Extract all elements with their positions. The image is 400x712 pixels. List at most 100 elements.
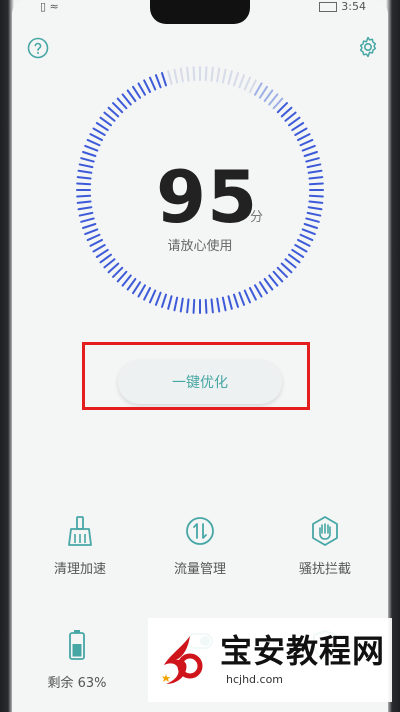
status-bar-right: 3:54 — [319, 0, 366, 13]
gauge-tick — [308, 194, 324, 198]
gauge-tick — [167, 70, 173, 85]
battery-status-icon — [319, 2, 338, 12]
gauge-tick — [204, 298, 208, 314]
gauge-tick — [76, 176, 92, 180]
gauge-tick — [148, 76, 157, 91]
score-unit: 分 — [250, 210, 264, 225]
gauge-tick — [297, 133, 311, 142]
status-bar-left: ▯ ≈ — [40, 0, 59, 13]
gauge-tick — [99, 116, 113, 127]
gauge-tick — [107, 106, 120, 118]
gauge-tick — [280, 262, 293, 274]
data-traffic-icon — [186, 517, 214, 545]
gauge-tick — [121, 93, 132, 106]
gauge-tick — [248, 287, 257, 301]
gauge-tick — [80, 157, 95, 163]
gauge-tick — [308, 176, 324, 180]
question-circle-icon[interactable] — [26, 36, 50, 60]
battery-icon — [69, 630, 85, 660]
gauge-tick — [126, 89, 137, 103]
gauge-tick — [243, 289, 252, 304]
gauge-tick — [243, 76, 252, 91]
gauge-tick — [186, 66, 190, 82]
gauge-tick — [173, 296, 179, 312]
gauge-tick — [77, 206, 93, 211]
gauge-tick — [284, 258, 297, 269]
gauge-tick — [103, 258, 116, 269]
gauge-tick — [107, 262, 120, 274]
gauge-tick — [227, 295, 233, 310]
gauge-tick — [186, 298, 190, 314]
gauge-tick — [116, 270, 128, 283]
gauge-tick — [301, 144, 316, 152]
tool-battery[interactable]: 剩余 63% — [22, 628, 132, 708]
gauge-tick — [95, 122, 109, 132]
hand-stop-icon — [312, 516, 338, 546]
gauge-tick — [307, 206, 323, 211]
gauge-tick — [248, 79, 257, 93]
gauge-tick — [227, 70, 233, 85]
tool-clean-boost-label: 清理加速 — [53, 562, 106, 577]
gauge-tick — [82, 150, 97, 158]
gauge-tick — [258, 85, 268, 99]
gauge-tick — [84, 228, 99, 236]
gauge-tick — [76, 182, 92, 186]
gauge-tick — [263, 277, 274, 291]
gauge-tick — [116, 97, 128, 110]
gauge-tick — [254, 82, 263, 96]
gauge-tick — [77, 169, 93, 174]
gauge-tick — [179, 297, 184, 313]
broom-icon — [68, 516, 92, 546]
gauge-tick — [258, 281, 268, 295]
highlight-box — [82, 342, 310, 410]
gauge-tick — [143, 287, 152, 301]
gauge-tick — [263, 89, 274, 103]
tool-harassment-block[interactable]: 骚扰拦截 — [270, 514, 380, 594]
gauge-tick — [121, 274, 132, 287]
tool-data-management-label: 流量管理 — [173, 562, 226, 577]
camera-notch — [150, 0, 250, 24]
gauge-tick — [112, 266, 124, 278]
gauge-tick — [287, 253, 301, 264]
tool-data-management[interactable]: 流量管理 — [145, 514, 255, 594]
gauge-tick — [148, 289, 157, 304]
gauge-tick — [272, 97, 284, 110]
gauge-tick — [291, 122, 305, 132]
gauge-tick — [308, 200, 324, 204]
gauge-tick — [294, 127, 308, 136]
gauge-tick — [112, 102, 124, 114]
gauge-tick — [92, 127, 106, 136]
gauge-tick — [238, 291, 246, 306]
gauge-tick — [76, 200, 92, 204]
gauge-tick — [137, 82, 146, 96]
tool-battery-label: 剩余 63% — [47, 676, 107, 691]
status-time: 3:54 — [341, 0, 366, 13]
gauge-tick — [216, 297, 221, 313]
gauge-tick — [232, 293, 240, 308]
gear-icon[interactable] — [356, 35, 380, 59]
gauge-tick — [173, 68, 179, 84]
gauge-tick — [76, 194, 92, 198]
tool-harassment-block-label: 骚扰拦截 — [298, 562, 351, 577]
gauge-tick — [82, 222, 97, 230]
tool-clean-boost[interactable]: 清理加速 — [25, 514, 135, 594]
gauge-tick — [299, 138, 314, 147]
score-value: 95 — [156, 155, 259, 239]
gauge-tick — [132, 85, 142, 99]
watermark-title: 宝安教程网 — [220, 631, 386, 670]
gauge-tick — [78, 211, 94, 217]
gauge-tick — [276, 266, 288, 278]
gauge-tick — [154, 74, 162, 89]
gauge-tick — [160, 72, 168, 87]
gauge-tick — [276, 102, 288, 114]
gauge-tick — [307, 169, 323, 174]
gauge-tick — [272, 270, 284, 283]
gauge-tick — [204, 66, 208, 82]
gauge-tick — [78, 163, 94, 169]
gauge-tick — [126, 277, 137, 291]
gauge-tick — [306, 163, 322, 169]
gauge-tick — [210, 298, 214, 314]
gauge-tick — [221, 68, 227, 84]
gauge-tick — [216, 67, 221, 83]
gauge-tick — [86, 138, 101, 147]
